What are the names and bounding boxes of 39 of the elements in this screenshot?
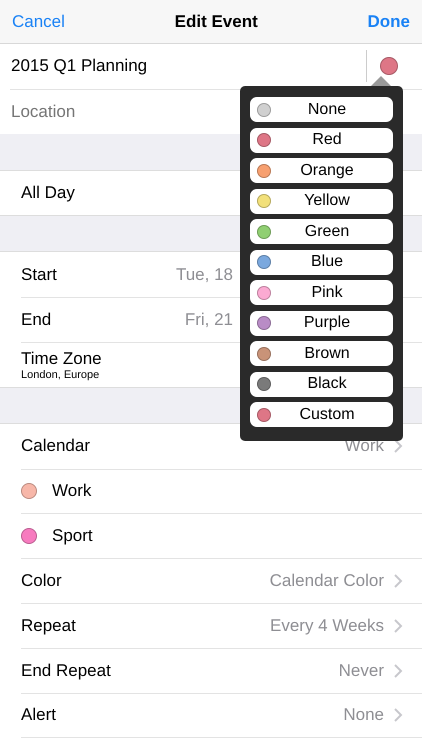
cancel-button[interactable]: Cancel	[12, 12, 65, 32]
row-value: Calendar Color	[270, 571, 384, 592]
row-label: Calendar	[21, 436, 90, 456]
row-value: Every 4 Weeks	[270, 616, 384, 636]
color-option[interactable]: Blue	[250, 250, 393, 274]
color-option[interactable]: Red	[250, 128, 393, 152]
color-option[interactable]: Green	[250, 219, 393, 244]
row-value: Never	[338, 660, 384, 681]
date-value: Fri, 21	[184, 310, 233, 330]
chevron-icon	[394, 618, 403, 633]
window-title: Edit Event	[174, 12, 258, 32]
row-value: None	[343, 705, 384, 726]
date-value: Tue, 18	[176, 264, 233, 285]
chevron-icon	[394, 439, 403, 454]
row-label: End	[21, 310, 52, 330]
calendar-name[interactable]: Sport	[52, 526, 93, 546]
row-label: Color	[21, 571, 62, 592]
calendar-name[interactable]: Work	[52, 481, 92, 502]
row-label: Repeat	[21, 616, 76, 636]
chevron-icon	[394, 664, 403, 678]
row-label: Start	[21, 264, 57, 285]
color-option[interactable]: Brown	[250, 341, 393, 366]
color-option[interactable]: Yellow	[250, 188, 393, 214]
chevron-icon	[394, 708, 403, 722]
all-day-label: All Day	[21, 182, 75, 203]
chevron-icon	[394, 574, 403, 588]
row-label: Alert	[21, 705, 56, 726]
color-option[interactable]: Black	[250, 372, 393, 396]
time-zone-value: London, Europe	[21, 368, 100, 381]
title-field[interactable]: 2015 Q1 Planning	[11, 56, 366, 76]
row-label: End Repeat	[21, 660, 111, 681]
color-option[interactable]: Purple	[250, 310, 393, 336]
color-option[interactable]: Custom	[250, 402, 393, 427]
color-dot[interactable]	[380, 57, 398, 76]
done-button[interactable]: Done	[367, 12, 410, 32]
color-option[interactable]: Orange	[250, 158, 393, 183]
color-option[interactable]: None	[250, 97, 393, 122]
color-option[interactable]: Pink	[250, 280, 393, 305]
time-zone-label: Time Zone	[21, 348, 102, 369]
